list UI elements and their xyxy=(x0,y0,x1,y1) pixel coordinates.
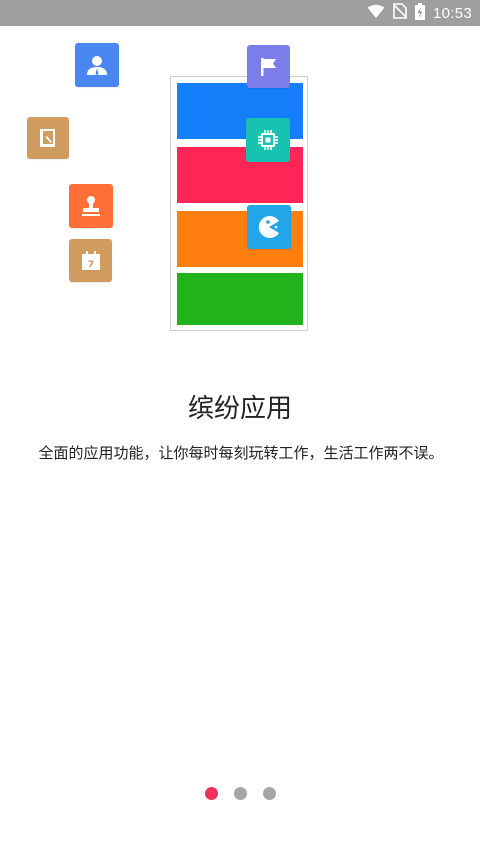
battery-charging-icon xyxy=(414,2,425,24)
page-indicator xyxy=(0,787,480,800)
notebook-icon xyxy=(27,117,69,159)
page-dot-1[interactable] xyxy=(204,787,218,800)
page-dot-3[interactable] xyxy=(262,787,276,800)
page-description: 全面的应用功能，让你每时每刻玩转工作，生活工作两不误。 xyxy=(38,444,444,462)
page-title: 缤纷应用 xyxy=(187,394,292,424)
calendar-day: 7 xyxy=(87,260,93,270)
calendar-icon: 7 xyxy=(69,239,112,282)
no-sim-icon xyxy=(392,3,408,23)
chip-icon xyxy=(246,118,290,162)
page-dot-2[interactable] xyxy=(233,787,247,800)
phone-frame xyxy=(170,76,308,331)
contact-icon xyxy=(75,43,119,87)
game-icon xyxy=(247,205,291,249)
status-bar: 10:53 xyxy=(0,0,480,26)
stamp-icon xyxy=(69,184,113,228)
flag-icon xyxy=(247,45,290,88)
color-band-green xyxy=(177,273,303,325)
status-time: 10:53 xyxy=(432,4,472,22)
status-icons: 10:53 xyxy=(367,2,472,24)
wifi-icon xyxy=(367,4,385,23)
